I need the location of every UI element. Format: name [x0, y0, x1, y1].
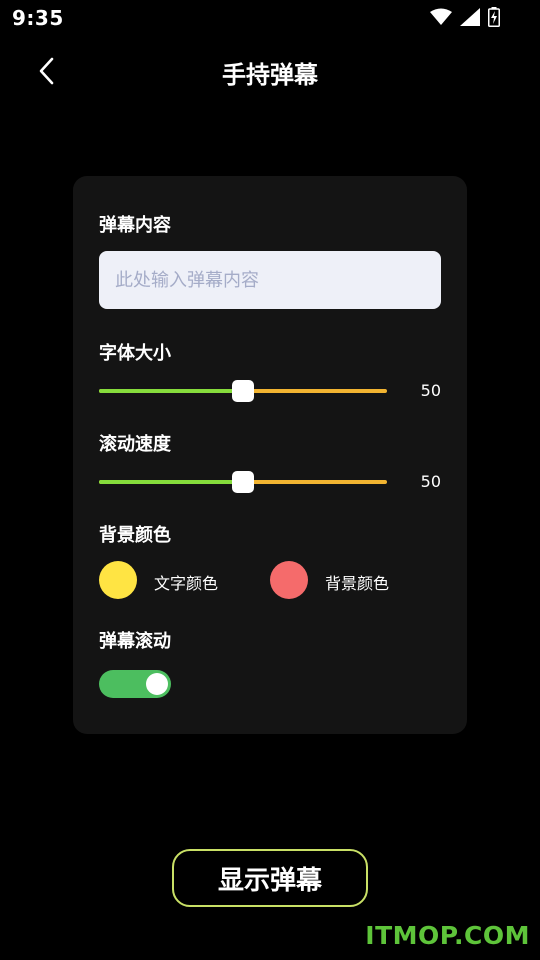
battery-charging-icon — [488, 7, 500, 27]
page-title: 手持弹幕 — [222, 61, 318, 89]
content-label: 弹幕内容 — [99, 215, 171, 236]
content-input[interactable] — [99, 251, 441, 309]
scroll-speed-label: 滚动速度 — [99, 434, 171, 455]
scroll-label: 弹幕滚动 — [99, 631, 171, 652]
background-color-label: 背景颜色 — [99, 525, 171, 546]
scroll-speed-slider[interactable] — [99, 470, 387, 494]
signal-icon — [460, 8, 480, 26]
slider-track-fill — [99, 389, 243, 393]
watermark: ITMOP.COM — [365, 921, 530, 950]
scroll-speed-value: 50 — [420, 472, 441, 491]
font-size-slider[interactable] — [99, 379, 387, 403]
slider-track-fill — [99, 480, 243, 484]
bg-color-swatch[interactable] — [270, 561, 308, 599]
scroll-toggle[interactable] — [99, 670, 171, 698]
font-size-label: 字体大小 — [99, 343, 171, 364]
slider-thumb[interactable] — [232, 471, 254, 493]
text-color-swatch[interactable] — [99, 561, 137, 599]
status-time: 9:35 — [12, 6, 64, 30]
show-danmaku-button[interactable]: 显示弹幕 — [172, 849, 368, 907]
toggle-knob — [146, 673, 168, 695]
bg-color-label: 背景颜色 — [325, 574, 390, 593]
slider-thumb[interactable] — [232, 380, 254, 402]
text-color-label: 文字颜色 — [154, 574, 219, 593]
font-size-value: 50 — [420, 381, 441, 400]
settings-card: 弹幕内容 字体大小 50 滚动速度 50 背景颜色 文字颜色 背景颜色 弹幕滚动 — [73, 176, 467, 734]
wifi-icon — [430, 8, 452, 25]
status-icons — [430, 6, 502, 28]
